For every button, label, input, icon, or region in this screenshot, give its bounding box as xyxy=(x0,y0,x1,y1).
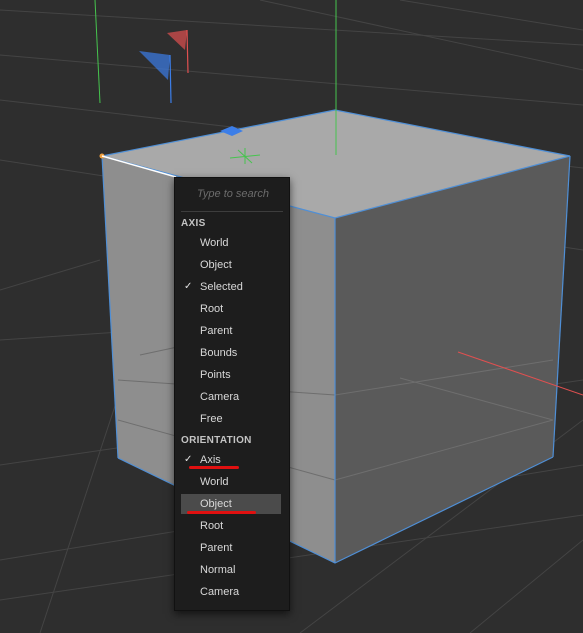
menu-item-label: Points xyxy=(200,369,231,381)
menu-item-axis-bounds[interactable]: Bounds xyxy=(181,343,281,363)
section-title-orientation: ORIENTATION xyxy=(181,435,252,446)
annotation-underline-axis xyxy=(189,466,239,469)
annotation-underline-object xyxy=(187,511,256,514)
menu-item-label: Parent xyxy=(200,542,233,554)
menu-item-axis-object[interactable]: Object xyxy=(181,255,281,275)
menu-item-axis-free[interactable]: Free xyxy=(181,409,281,429)
menu-item-label: Object xyxy=(200,259,232,271)
menu-item-orientation-root[interactable]: Root xyxy=(181,516,281,536)
menu-item-label: World xyxy=(200,476,229,488)
menu-item-label: Root xyxy=(200,303,224,315)
menu-item-axis-camera[interactable]: Camera xyxy=(181,387,281,407)
menu-item-label: Camera xyxy=(200,586,240,598)
menu-item-axis-root[interactable]: Root xyxy=(181,299,281,319)
search-divider xyxy=(181,211,283,212)
axis-context-menu: AXIS World Object ✓Selected Root Parent … xyxy=(174,177,290,611)
menu-item-axis-points[interactable]: Points xyxy=(181,365,281,385)
menu-search xyxy=(175,178,289,212)
search-input[interactable] xyxy=(197,185,283,203)
menu-item-label: Bounds xyxy=(200,347,238,359)
menu-item-orientation-parent[interactable]: Parent xyxy=(181,538,281,558)
menu-item-label: Selected xyxy=(200,281,243,293)
menu-item-label: Parent xyxy=(200,325,233,337)
menu-item-axis-selected[interactable]: ✓ Selected xyxy=(181,277,281,297)
menu-item-orientation-camera[interactable]: Camera xyxy=(181,582,281,602)
menu-item-label: Camera xyxy=(200,391,240,403)
menu-item-label: Root xyxy=(200,520,224,532)
menu-item-axis-parent[interactable]: Parent xyxy=(181,321,281,341)
cube-right-face xyxy=(335,156,570,563)
menu-item-label: Normal xyxy=(200,564,236,576)
check-icon: ✓ xyxy=(184,281,193,292)
menu-item-orientation-normal[interactable]: Normal xyxy=(181,560,281,580)
menu-item-label: Free xyxy=(200,413,223,425)
menu-item-axis-world[interactable]: World xyxy=(181,233,281,253)
cube-object[interactable] xyxy=(99,109,571,564)
menu-item-label: World xyxy=(200,237,229,249)
3d-viewport[interactable] xyxy=(0,0,583,633)
menu-item-orientation-world[interactable]: World xyxy=(181,472,281,492)
section-title-axis: AXIS xyxy=(181,218,206,229)
